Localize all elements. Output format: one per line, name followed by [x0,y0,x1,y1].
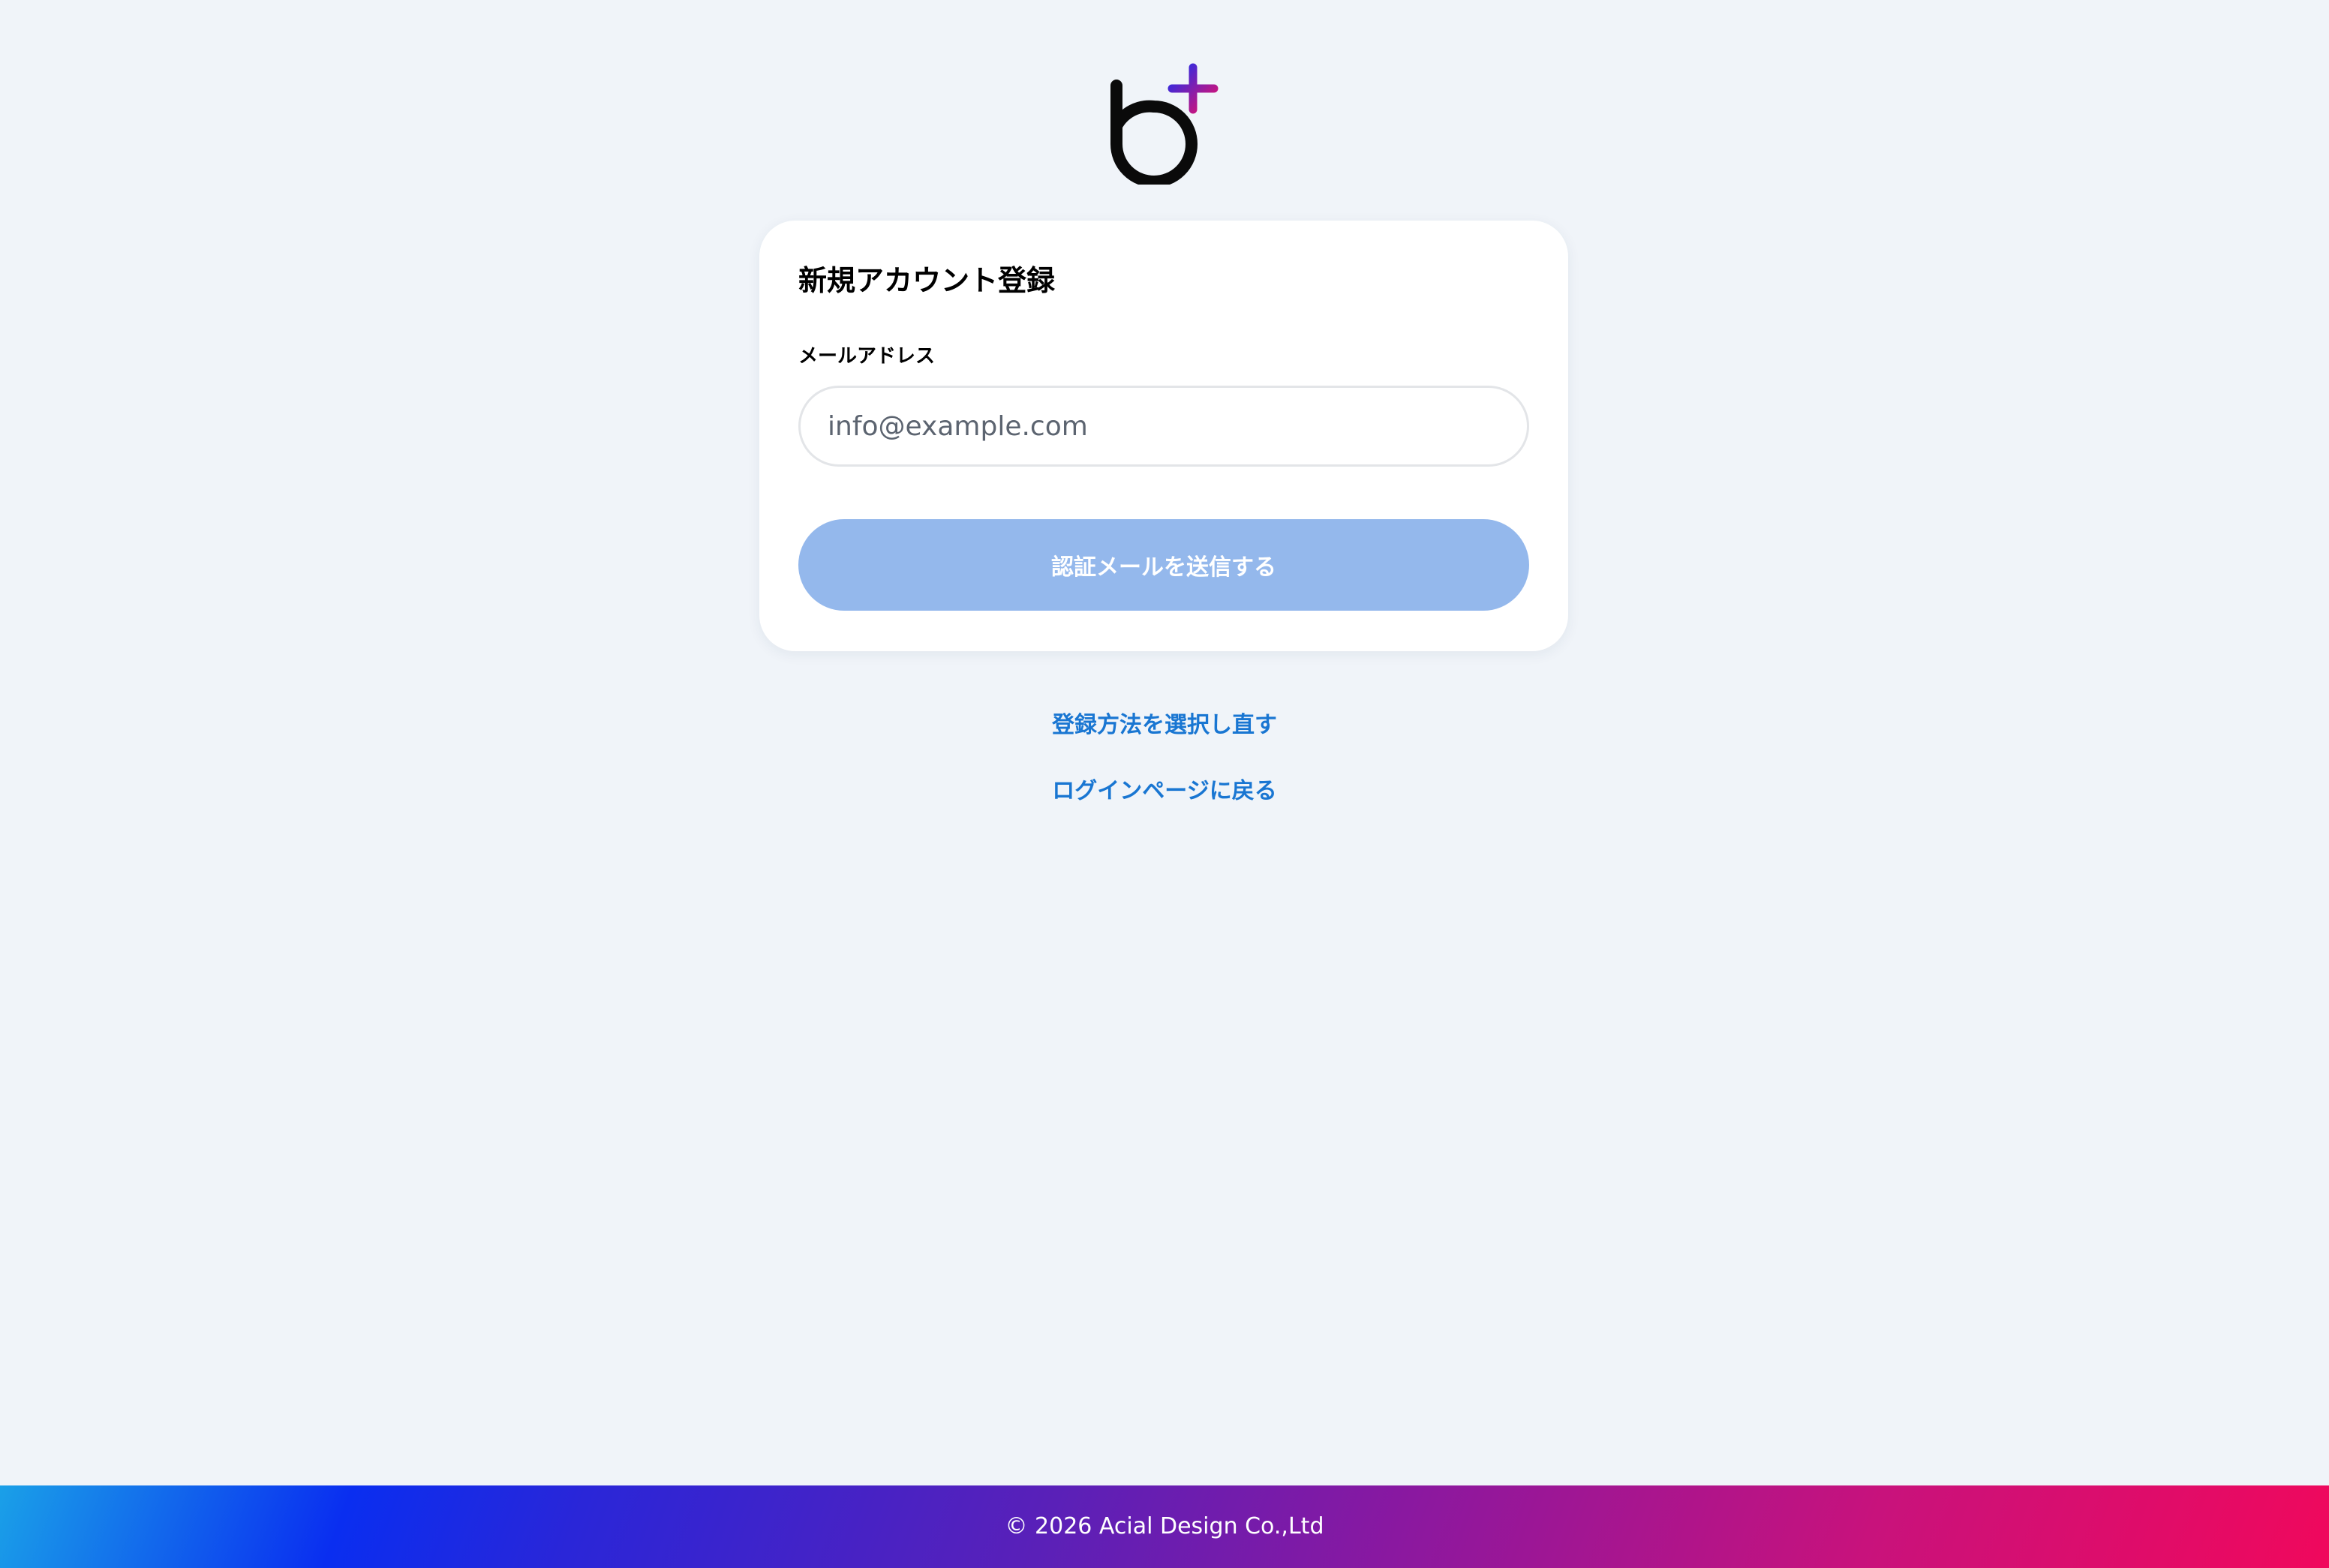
copyright-text: © 2026 Acial Design Co.,Ltd [1005,1513,1324,1539]
signup-card: 新規アカウント登録 メールアドレス 認証メールを送信する [759,221,1568,651]
brand-logo [1106,62,1226,188]
email-input[interactable] [798,386,1529,467]
page-title: 新規アカウント登録 [798,264,1056,297]
email-label: メールアドレス [798,345,936,368]
back-to-login-link[interactable]: ログインページに戻る [975,776,1354,807]
b-plus-logo-icon [1110,63,1219,188]
send-verification-email-button[interactable]: 認証メールを送信する [798,519,1529,611]
reselect-signup-method-link[interactable]: 登録方法を選択し直す [975,710,1354,741]
footer: © 2026 Acial Design Co.,Ltd [0,1485,2329,1568]
auth-links: 登録方法を選択し直す ログインページに戻る [975,710,1354,807]
